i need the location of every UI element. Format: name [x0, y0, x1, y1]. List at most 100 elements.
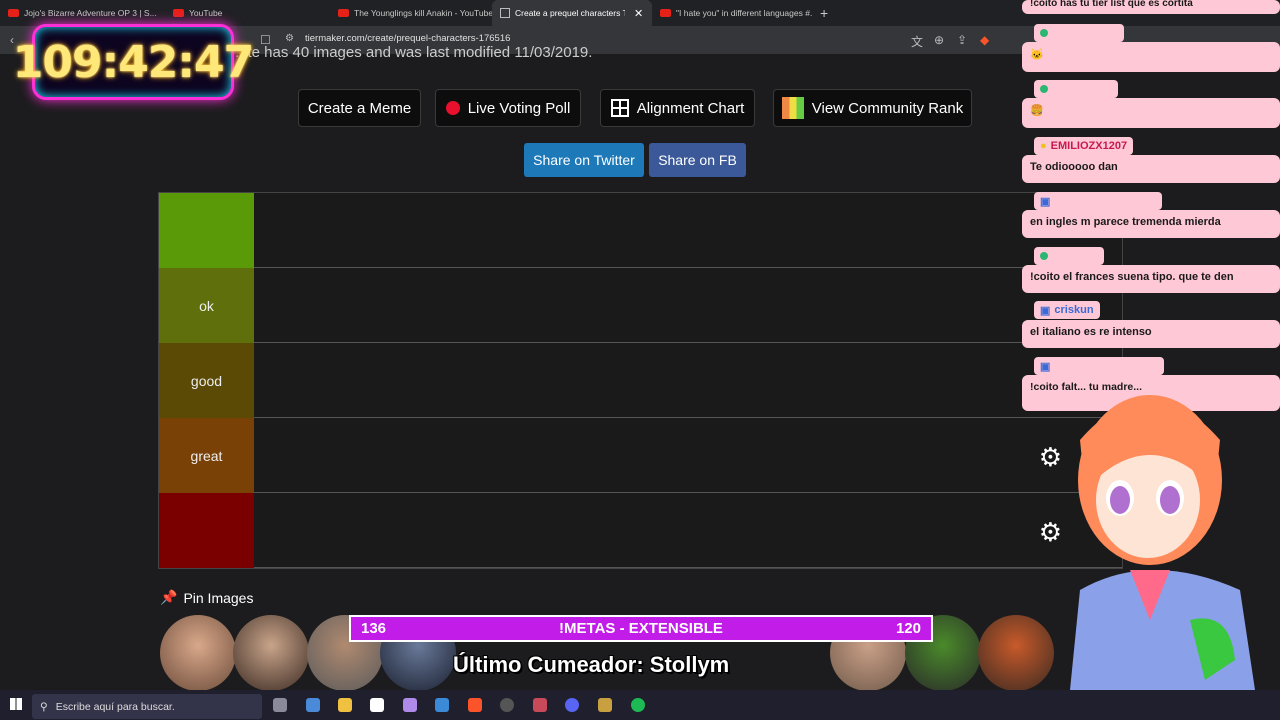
community-rank-button[interactable]: View Community Rank: [773, 89, 972, 127]
tab-younglings[interactable]: The Younglings kill Anakin - YouTube: [330, 0, 492, 26]
chat-username: ▣: [1034, 192, 1162, 210]
tab-label: The Younglings kill Anakin - YouTube: [354, 8, 492, 18]
tier-row[interactable]: good: [159, 343, 1122, 418]
chat-username: ● EMILIOZX1207: [1034, 137, 1134, 155]
button-label: Create a Meme: [307, 99, 412, 117]
button-label: Share on FB: [658, 152, 737, 168]
tab-label: "I hate you" in different languages #...: [676, 8, 812, 18]
pin-images-toggle[interactable]: 📌 Pin Images: [160, 589, 253, 606]
app-icon[interactable]: [403, 698, 417, 712]
youtube-icon: [8, 9, 19, 17]
tab-tiermaker[interactable]: Create a prequel characters Tier ✕: [492, 0, 652, 26]
spotify-icon[interactable]: [631, 698, 645, 712]
translate-icon[interactable]: 文: [911, 33, 923, 50]
page-subtitle: ...te has 40 images and was last modifie…: [235, 44, 593, 61]
button-label: View Community Rank: [811, 99, 964, 117]
tier-label[interactable]: [159, 193, 254, 268]
new-tab-button[interactable]: +: [812, 0, 842, 26]
task-view-icon[interactable]: [273, 698, 287, 712]
widgets-icon[interactable]: [306, 698, 320, 712]
badge-icon: ▣: [1040, 304, 1051, 317]
timer-value: 109:42:47: [12, 36, 254, 88]
tier-label[interactable]: [159, 493, 254, 568]
tier-row[interactable]: great ⚙: [159, 418, 1122, 493]
live-voting-poll-button[interactable]: Live Voting Poll: [435, 89, 581, 127]
share-fb-button[interactable]: Share on FB: [649, 143, 746, 177]
notion-icon[interactable]: [370, 698, 384, 712]
tier-grid-icon: [781, 97, 804, 119]
alignment-chart-button[interactable]: Alignment Chart: [600, 89, 755, 127]
chat-username: [1034, 80, 1118, 98]
search-placeholder: Escribe aquí para buscar.: [55, 700, 175, 713]
tier-list: ok good great ⚙ ⚙: [158, 192, 1123, 569]
record-dot-icon: [445, 101, 460, 115]
chat-message: en ingles m parece tremenda mierda: [1022, 210, 1280, 238]
chat-username: [1034, 24, 1124, 42]
last-cumeador-banner: Último Cumeador: Stollym: [453, 652, 730, 677]
tab-i-hate-you[interactable]: "I hate you" in different languages #...: [652, 0, 812, 26]
create-meme-button[interactable]: Create a Meme: [298, 89, 421, 127]
file-explorer-icon[interactable]: [338, 698, 352, 712]
share-twitter-button[interactable]: Share on Twitter: [524, 143, 644, 177]
brave-icon[interactable]: [468, 698, 482, 712]
emote-icon: 🍔: [1030, 105, 1044, 117]
username-text: EMILIOZX1207: [1050, 140, 1128, 152]
tier-label[interactable]: good: [159, 343, 254, 418]
badge-icon: [1040, 252, 1048, 260]
username-text: criskun: [1054, 304, 1094, 316]
chat-message: 🐱: [1022, 42, 1280, 72]
button-label: Share on Twitter: [533, 152, 635, 168]
stream-timer: 109:42:47: [13, 24, 254, 100]
badge-icon: ▣: [1040, 195, 1051, 208]
tab-label: Jojo's Bizarre Adventure OP 3 | S...: [24, 8, 157, 18]
windows-start-icon[interactable]: [10, 698, 22, 710]
close-icon[interactable]: ✕: [634, 7, 643, 20]
vtuber-avatar: [1070, 395, 1255, 690]
tier-label[interactable]: great: [159, 418, 254, 493]
character-image[interactable]: [233, 615, 309, 691]
tab-label: Create a prequel characters Tier: [515, 8, 625, 18]
address-bar[interactable]: tiermaker.com/create/prequel-characters-…: [305, 33, 510, 44]
badge-icon: [1040, 85, 1048, 93]
store-icon[interactable]: [435, 698, 449, 712]
chat-message: !coito el frances suena tipo. que te den: [1022, 265, 1280, 293]
obs-icon[interactable]: [500, 698, 514, 712]
emote-icon: 🐱: [1030, 49, 1044, 61]
media-icon[interactable]: [598, 698, 612, 712]
grid-icon: [610, 99, 629, 117]
brave-shield-icon[interactable]: ◆: [980, 33, 989, 47]
chat-message: !coito has tu tier list que es cortita: [1022, 0, 1280, 14]
tier-label[interactable]: ok: [159, 268, 254, 343]
app-icon[interactable]: [533, 698, 547, 712]
search-icon: ⚲: [40, 700, 48, 713]
discord-icon[interactable]: [565, 698, 579, 712]
badge-icon: [1040, 29, 1048, 37]
tier-row[interactable]: ok: [159, 268, 1122, 343]
tab-label: YouTube: [189, 8, 223, 18]
pin-label: Pin Images: [183, 589, 254, 606]
button-label: Alignment Chart: [636, 99, 745, 117]
tab-youtube[interactable]: YouTube: [165, 0, 330, 26]
chat-username: [1034, 247, 1104, 265]
tier-row[interactable]: [159, 193, 1122, 268]
youtube-icon: [338, 9, 349, 17]
tier-row[interactable]: ⚙: [159, 493, 1122, 568]
goal-title: !METAS - EXTENSIBLE: [559, 620, 723, 637]
chat-message: el italiano es re intenso: [1022, 320, 1280, 348]
tab-jojo[interactable]: Jojo's Bizarre Adventure OP 3 | S...: [0, 0, 165, 26]
goal-right: 120: [895, 620, 921, 637]
tiermaker-icon: [500, 8, 510, 18]
taskbar-search[interactable]: ⚲ Escribe aquí para buscar.: [32, 694, 262, 719]
goal-left: 136: [361, 620, 387, 637]
goal-bar: 136 !METAS - EXTENSIBLE 120: [349, 615, 933, 642]
share-icon[interactable]: ⇪: [957, 33, 967, 47]
youtube-icon: [173, 9, 184, 17]
site-info-icon[interactable]: ⚙: [285, 33, 294, 44]
chat-message: 🍔: [1022, 98, 1280, 128]
youtube-icon: [660, 9, 671, 17]
chat-message: Te odiooooo dan: [1022, 155, 1280, 183]
character-image[interactable]: [160, 615, 236, 691]
zoom-icon[interactable]: ⊕: [934, 33, 944, 47]
button-label: Live Voting Poll: [467, 99, 571, 117]
chat-username: ▣ criskun: [1034, 301, 1100, 319]
